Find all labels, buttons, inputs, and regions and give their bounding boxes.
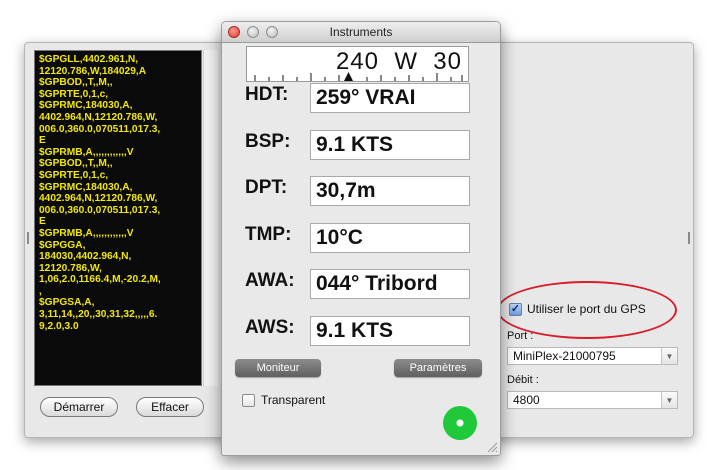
dropdown-arrow-icon[interactable]: ▼: [661, 392, 677, 408]
nmea-line: $GPBOD,,T,,M,,: [39, 158, 113, 170]
metric-value: 30,7m: [310, 176, 470, 206]
nmea-line: $GPGGA,: [39, 239, 86, 251]
nmea-line: 1,06,2.0,1166.4,M,-20.2,M,: [39, 274, 161, 286]
nmea-line: E: [39, 216, 46, 228]
nmea-log: $GPGLL,4402.961,N, 12120.786,W,184029,A $G…: [34, 50, 202, 386]
nmea-line: 9,2.0,3.0: [39, 320, 79, 332]
nmea-line: $GPRTE,0,1,c,: [39, 88, 109, 100]
nmea-line: 006.0,360.0,070511,017.3,: [39, 204, 161, 216]
baud-select[interactable]: 4800 ▼: [507, 391, 678, 409]
nmea-scrollbar[interactable]: [203, 50, 218, 386]
port-select[interactable]: MiniPlex-21000795 ▼: [507, 347, 678, 365]
start-button[interactable]: Démarrer: [40, 397, 118, 417]
splitter-handle-right[interactable]: [688, 232, 690, 244]
compass-readout: 240 W 30: [335, 48, 462, 75]
resize-grip-icon[interactable]: [486, 441, 498, 453]
metric-label: HDT:: [245, 84, 289, 105]
baud-value: 4800: [513, 393, 540, 407]
nmea-line: 006.0,360.0,070511,017.3,: [39, 123, 161, 135]
nmea-line: E: [39, 135, 46, 147]
nmea-line: $GPGSA,A,: [39, 297, 95, 309]
nmea-line: 12120.786,W,: [39, 262, 102, 274]
splitter-handle-left[interactable]: [27, 232, 29, 244]
transparent-checkbox[interactable]: [242, 393, 255, 407]
nmea-line: $GPRMB,A,,,,,,,,,,,,V: [39, 227, 134, 239]
nmea-line: $GPRMC,184030,A,: [39, 100, 133, 112]
monitor-button[interactable]: Moniteur: [235, 359, 321, 377]
metric-label: BSP:: [245, 130, 291, 152]
dropdown-arrow-icon[interactable]: ▼: [661, 348, 677, 364]
nmea-line: $GPBOD,,T,,M,,: [39, 77, 113, 89]
use-gps-checkbox-row[interactable]: ✓ Utiliser le port du GPS: [509, 302, 646, 316]
nmea-line: $GPRMB,A,,,,,,,,,,,,V: [39, 146, 134, 158]
compass-strip: 240 W 30: [246, 46, 469, 82]
transparent-label: Transparent: [261, 393, 326, 407]
nmea-line: 3,11,14,,20,,30,31,32,,,,,6.: [39, 309, 158, 321]
use-gps-label: Utiliser le port du GPS: [527, 302, 646, 316]
metric-value: 259° VRAI: [310, 83, 470, 113]
nmea-line: 4402.964,N,12120.786,W,: [39, 111, 158, 123]
port-value: MiniPlex-21000795: [513, 349, 616, 363]
instruments-titlebar[interactable]: Instruments: [222, 22, 500, 43]
metric-label: TMP:: [245, 223, 292, 245]
nmea-line: 12120.786,W,184029,A: [39, 65, 147, 77]
metric-label: AWA:: [245, 270, 295, 291]
instruments-window: Instruments 240 W 30 HDT: 259° VRAI BSP:…: [221, 21, 501, 456]
metric-value: 10°C: [310, 222, 470, 253]
status-light-icon: [443, 406, 477, 440]
nmea-line: $GPGLL,4402.961,N,: [39, 54, 139, 65]
transparent-checkbox-row[interactable]: Transparent: [242, 393, 325, 407]
nmea-line: $GPRMC,184030,A,: [39, 181, 133, 193]
clear-button[interactable]: Effacer: [136, 397, 204, 417]
window-title: Instruments: [329, 25, 393, 39]
metric-label: AWS:: [245, 316, 295, 338]
metric-value: 044° Tribord: [310, 269, 470, 299]
nmea-line: 4402.964,N,12120.786,W,: [39, 193, 158, 205]
metric-value: 9.1 KTS: [310, 129, 470, 160]
nmea-line: 184030,4402.964,N,: [39, 251, 132, 263]
settings-button[interactable]: Paramètres: [394, 359, 482, 377]
use-gps-checkbox[interactable]: ✓: [509, 302, 522, 316]
nmea-line: ,: [39, 285, 42, 297]
metric-value: 9.1 KTS: [310, 315, 470, 346]
metric-label: DPT:: [245, 177, 288, 198]
nmea-line: $GPRTE,0,1,c,: [39, 169, 109, 181]
baud-label: Débit :: [507, 374, 539, 386]
port-label: Port :: [507, 330, 534, 342]
